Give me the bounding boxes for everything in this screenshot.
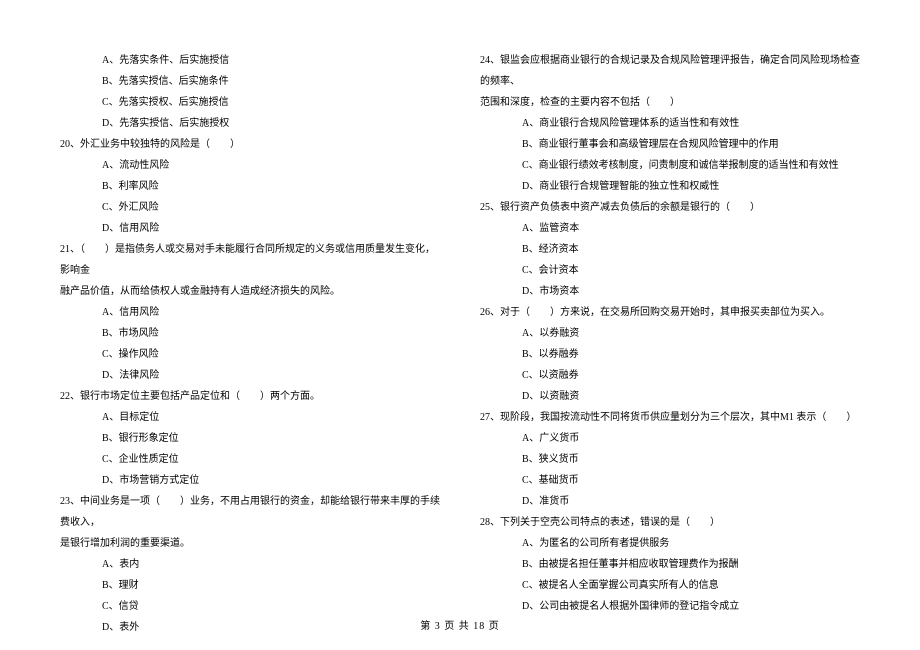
option: B、银行形象定位 bbox=[60, 428, 440, 449]
option: D、法律风险 bbox=[60, 365, 440, 386]
qstem: 中间业务是一项（ ）业务，不用占用银行的资金，却能给银行带来丰厚的手续费收入， bbox=[60, 496, 440, 528]
option: A、表内 bbox=[60, 554, 440, 575]
option: C、会计资本 bbox=[480, 260, 860, 281]
option: D、商业银行合规管理智能的独立性和权威性 bbox=[480, 176, 860, 197]
option: B、市场风险 bbox=[60, 323, 440, 344]
question: 20、外汇业务中较独特的风险是（ ） bbox=[60, 134, 440, 155]
qstem: 银行资产负债表中资产减去负债后的余额是银行的（ ） bbox=[500, 202, 760, 213]
option: D、先落实授信、后实施授权 bbox=[60, 113, 440, 134]
qstem: 银监会应根据商业银行的合规记录及合规风险管理评报告，确定合同风险现场检查的频率、 bbox=[480, 55, 860, 87]
option: B、利率风险 bbox=[60, 176, 440, 197]
option: A、信用风险 bbox=[60, 302, 440, 323]
option: C、企业性质定位 bbox=[60, 449, 440, 470]
question: 23、中间业务是一项（ ）业务，不用占用银行的资金，却能给银行带来丰厚的手续费收… bbox=[60, 491, 440, 533]
qstem: 现阶段，我国按流动性不同将货币供应量划分为三个层次，其中M1 表示（ ） bbox=[500, 412, 856, 423]
question: 22、银行市场定位主要包括产品定位和（ ）两个方面。 bbox=[60, 386, 440, 407]
option: C、操作风险 bbox=[60, 344, 440, 365]
question: 24、银监会应根据商业银行的合规记录及合规风险管理评报告，确定合同风险现场检查的… bbox=[480, 50, 860, 92]
question-continuation: 是银行增加利润的重要渠道。 bbox=[60, 533, 440, 554]
qnum: 26、 bbox=[480, 307, 500, 318]
qstem: 对于（ ）方来说，在交易所回购交易开始时，其申报买卖部位为买入。 bbox=[500, 307, 830, 318]
option: C、基础货币 bbox=[480, 470, 860, 491]
qstem: （ ）是指债务人或交易对手未能履行合同所规定的义务或信用质量发生变化，影响金 bbox=[60, 244, 435, 276]
qnum: 23、 bbox=[60, 496, 80, 507]
question: 26、对于（ ）方来说，在交易所回购交易开始时，其申报买卖部位为买入。 bbox=[480, 302, 860, 323]
option: B、商业银行董事会和高级管理层在合规风险管理中的作用 bbox=[480, 134, 860, 155]
option: C、以资融券 bbox=[480, 365, 860, 386]
question-continuation: 范围和深度，检查的主要内容不包括（ ） bbox=[480, 92, 860, 113]
question: 28、下列关于空壳公司特点的表述，错误的是（ ） bbox=[480, 512, 860, 533]
page-columns: A、先落实条件、后实施授信 B、先落实授信、后实施条件 C、先落实授权、后实施授… bbox=[60, 50, 860, 638]
right-column: 24、银监会应根据商业银行的合规记录及合规风险管理评报告，确定合同风险现场检查的… bbox=[480, 50, 860, 638]
option: D、市场资本 bbox=[480, 281, 860, 302]
option: D、公司由被提名人根据外国律师的登记指令成立 bbox=[480, 596, 860, 617]
option: C、商业银行绩效考核制度，问责制度和诚信举报制度的适当性和有效性 bbox=[480, 155, 860, 176]
option: B、由被提名担任董事并相应收取管理费作为报酬 bbox=[480, 554, 860, 575]
option: C、信贷 bbox=[60, 596, 440, 617]
option: B、以券融券 bbox=[480, 344, 860, 365]
qnum: 28、 bbox=[480, 517, 500, 528]
question: 27、现阶段，我国按流动性不同将货币供应量划分为三个层次，其中M1 表示（ ） bbox=[480, 407, 860, 428]
option: A、流动性风险 bbox=[60, 155, 440, 176]
qnum: 20、 bbox=[60, 139, 80, 150]
option: B、经济资本 bbox=[480, 239, 860, 260]
qstem: 下列关于空壳公司特点的表述，错误的是（ ） bbox=[500, 517, 720, 528]
qnum: 27、 bbox=[480, 412, 500, 423]
option: A、商业银行合规风险管理体系的适当性和有效性 bbox=[480, 113, 860, 134]
option: A、以券融资 bbox=[480, 323, 860, 344]
option: C、被提名人全面掌握公司真实所有人的信息 bbox=[480, 575, 860, 596]
option: A、先落实条件、后实施授信 bbox=[60, 50, 440, 71]
option: C、先落实授权、后实施授信 bbox=[60, 92, 440, 113]
left-column: A、先落实条件、后实施授信 B、先落实授信、后实施条件 C、先落实授权、后实施授… bbox=[60, 50, 440, 638]
option: A、目标定位 bbox=[60, 407, 440, 428]
option: A、广义货币 bbox=[480, 428, 860, 449]
qnum: 25、 bbox=[480, 202, 500, 213]
question: 25、银行资产负债表中资产减去负债后的余额是银行的（ ） bbox=[480, 197, 860, 218]
option: C、外汇风险 bbox=[60, 197, 440, 218]
option: B、先落实授信、后实施条件 bbox=[60, 71, 440, 92]
page-footer: 第 3 页 共 18 页 bbox=[0, 617, 920, 632]
option: A、监管资本 bbox=[480, 218, 860, 239]
option: D、信用风险 bbox=[60, 218, 440, 239]
option: B、狭义货币 bbox=[480, 449, 860, 470]
question-continuation: 融产品价值，从而给债权人或金融持有人造成经济损失的风险。 bbox=[60, 281, 440, 302]
option: D、市场营销方式定位 bbox=[60, 470, 440, 491]
qstem: 银行市场定位主要包括产品定位和（ ）两个方面。 bbox=[80, 391, 320, 402]
option: D、以资融资 bbox=[480, 386, 860, 407]
qnum: 22、 bbox=[60, 391, 80, 402]
qnum: 24、 bbox=[480, 55, 500, 66]
qstem: 外汇业务中较独特的风险是（ ） bbox=[80, 139, 240, 150]
option: B、理财 bbox=[60, 575, 440, 596]
option: D、准货币 bbox=[480, 491, 860, 512]
question: 21、（ ）是指债务人或交易对手未能履行合同所规定的义务或信用质量发生变化，影响… bbox=[60, 239, 440, 281]
qnum: 21、 bbox=[60, 244, 80, 255]
option: A、为匿名的公司所有者提供服务 bbox=[480, 533, 860, 554]
